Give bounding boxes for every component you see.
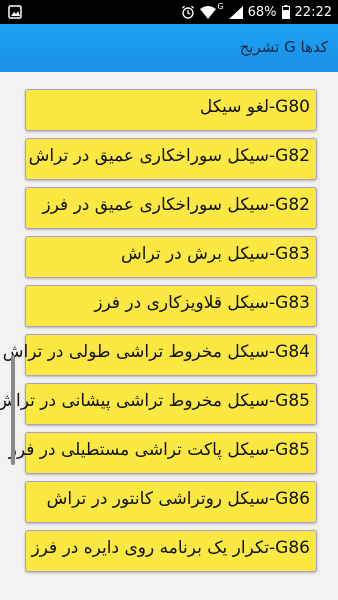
status-time: 22:22 bbox=[294, 4, 332, 20]
list-item[interactable]: تکرار یک برنامه روی دایره در فرز-G86 bbox=[25, 530, 317, 572]
page-title: تشریح G کدها bbox=[239, 38, 328, 56]
list-item-label: سیکل سوراخکاری عمیق در تراش-G82 bbox=[28, 146, 310, 166]
list-item[interactable]: سیکل روتراشی کانتور در تراش-G86 bbox=[25, 481, 317, 523]
list-item[interactable]: لغو سیکل-G80 bbox=[25, 89, 317, 131]
list-item-label: سیکل مخروط تراشی طولی در تراش-G84 bbox=[2, 342, 310, 362]
scrollbar-thumb[interactable] bbox=[11, 355, 15, 465]
network-type-label: G bbox=[217, 1, 224, 11]
list-item[interactable]: سیکل قلاویزکاری در فرز-G83 bbox=[25, 285, 317, 327]
app-bar: تشریح G کدها bbox=[0, 24, 338, 72]
alarm-icon bbox=[181, 5, 195, 19]
list-item[interactable]: سیکل برش در تراش-G83 bbox=[25, 236, 317, 278]
list-item-label: تکرار یک برنامه روی دایره در فرز-G86 bbox=[31, 538, 310, 558]
list-item-label: سیکل مخروط تراشی پیشانی در تراش-G85 bbox=[0, 391, 310, 411]
image-notification-icon bbox=[8, 5, 22, 19]
list-item[interactable]: سیکل سوراخکاری عمیق در تراش-G82 bbox=[25, 138, 317, 180]
list-item[interactable]: سیکل پاکت تراشی مستطیلی در فرز-G85 bbox=[9, 432, 317, 474]
battery-icon bbox=[281, 5, 290, 19]
list-item-label: سیکل قلاویزکاری در فرز-G83 bbox=[94, 293, 310, 313]
battery-percentage: 68% bbox=[247, 4, 277, 20]
list-item-label: سیکل روتراشی کانتور در تراش-G86 bbox=[46, 489, 310, 509]
signal-icon bbox=[228, 5, 243, 19]
list-item[interactable]: سیکل مخروط تراشی طولی در تراش-G84 bbox=[3, 334, 317, 376]
list-item[interactable]: سیکل سوراخکاری عمیق در فرز-G82 bbox=[25, 187, 317, 229]
list-item-label: سیکل پاکت تراشی مستطیلی در فرز-G85 bbox=[8, 440, 310, 460]
list-item-label: سیکل برش در تراش-G83 bbox=[120, 244, 310, 264]
list-item-label: لغو سیکل-G80 bbox=[199, 97, 310, 117]
list-item-label: سیکل سوراخکاری عمیق در فرز-G82 bbox=[42, 195, 310, 215]
g-code-list[interactable]: لغو سیکل-G80 سیکل سوراخکاری عمیق در تراش… bbox=[0, 72, 338, 600]
wifi-icon bbox=[200, 5, 217, 19]
list-item[interactable]: سیکل مخروط تراشی پیشانی در تراش-G85 bbox=[0, 383, 317, 425]
status-bar: G 68% 22:22 bbox=[0, 0, 338, 24]
